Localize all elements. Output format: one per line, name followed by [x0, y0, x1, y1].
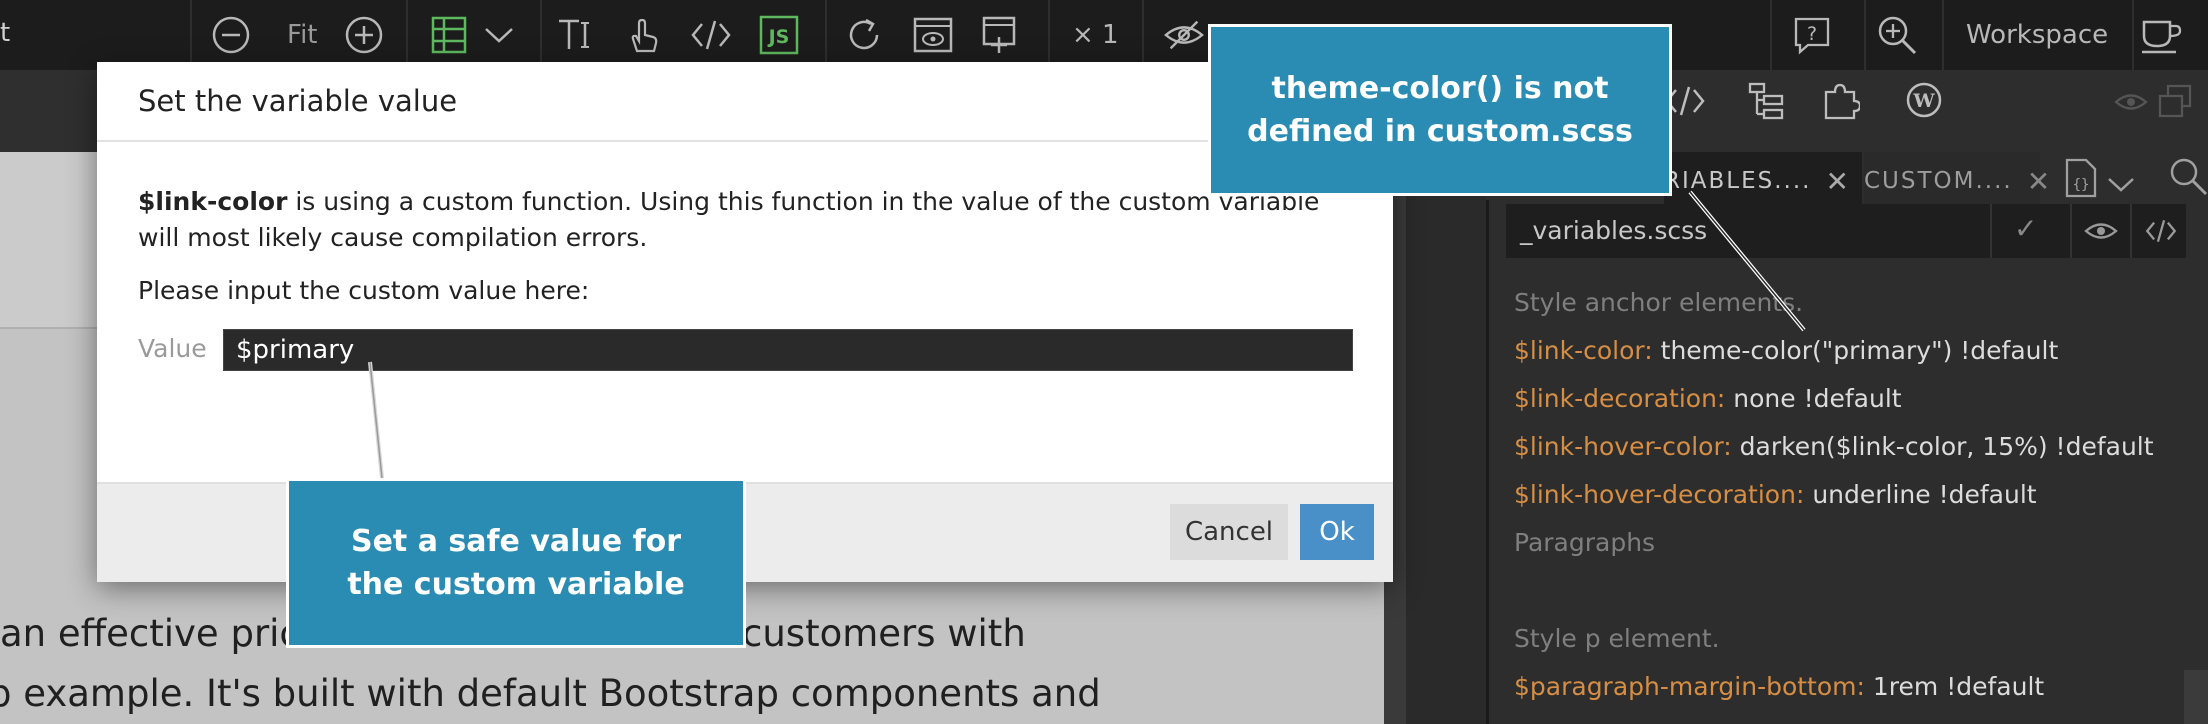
window-icon[interactable] — [2158, 84, 2192, 126]
variable-name[interactable]: $link-decoration — [1514, 384, 1717, 413]
code-variable-line: $link-color: theme-color("primary") !def… — [1514, 336, 2058, 365]
variable-name[interactable]: $link-hover-decoration — [1514, 480, 1796, 509]
eye-off-icon[interactable] — [1163, 14, 1205, 56]
page-text-line1-end: customers with — [742, 612, 1026, 655]
svg-text:?: ? — [1807, 23, 1817, 45]
zoom-fit-label[interactable]: Fit — [287, 20, 317, 50]
variable-value[interactable]: 1rem !default — [1873, 672, 2044, 701]
cancel-button[interactable]: Cancel — [1170, 504, 1288, 560]
touch-icon[interactable] — [622, 14, 664, 56]
code-variable-line: $link-decoration: none !default — [1514, 384, 1902, 413]
preview-icon[interactable] — [912, 14, 954, 56]
panel-separator — [1486, 200, 1489, 724]
tab-variables-label: RIABLES.... — [1664, 168, 1812, 194]
refresh-icon[interactable] — [843, 14, 885, 56]
toolbar-divider — [2132, 0, 2134, 70]
panel-gutter — [1406, 152, 1486, 724]
text-cursor-icon[interactable] — [554, 14, 596, 56]
chevron-down-icon[interactable] — [478, 14, 520, 56]
code-comment-line: Paragraphs — [1514, 528, 1656, 557]
variable-value[interactable]: theme-color("primary") !default — [1661, 336, 2059, 365]
toolbar-divider — [540, 0, 542, 70]
cup-icon[interactable] — [2140, 14, 2182, 56]
colon: : — [1856, 672, 1873, 701]
variable-name[interactable]: $paragraph-margin-bottom — [1514, 672, 1857, 701]
callout-theme-color-text: theme-color() is not defined in custom.s… — [1247, 71, 1633, 149]
multiplier-label[interactable]: × 1 — [1072, 20, 1119, 50]
toolbar-divider — [1770, 0, 1772, 70]
tab-variables[interactable]: RIABLES.... ✕ — [1664, 152, 1862, 210]
colon: : — [1716, 384, 1734, 413]
plus-circle-icon[interactable] — [343, 14, 385, 56]
file-bar-divider — [2130, 204, 2132, 258]
tab-custom-label: CUSTOM.... — [1864, 168, 2013, 194]
file-bar-divider — [2070, 204, 2072, 258]
toolbar-divider — [190, 0, 192, 70]
top-toolbar: t Fit JS × 1 ? Workspace — [0, 0, 2208, 70]
code-variable-line: $paragraph-margin-bottom: 1rem !default — [1514, 672, 2044, 701]
file-name: _variables.scss — [1520, 216, 1708, 245]
dialog-title: Set the variable value — [138, 84, 458, 118]
svg-text:{}: {} — [2073, 177, 2090, 193]
code-variable-line: $link-hover-color: darken($link-color, 1… — [1514, 432, 2154, 461]
tab-custom[interactable]: CUSTOM.... ✕ — [1864, 152, 2050, 210]
dialog-message: $link-color is using a custom function. … — [138, 184, 1368, 256]
callout-safe-value-text: Set a safe value for the custom variable — [347, 524, 685, 602]
editor-scrollbar[interactable] — [2184, 670, 2208, 724]
toolbar-divider — [406, 0, 408, 70]
toolbar-divider — [1942, 0, 1944, 70]
toolbar-divider — [1142, 0, 1144, 70]
search-icon[interactable] — [2168, 156, 2208, 204]
toolbar-divider — [825, 0, 827, 70]
variable-value[interactable]: darken($link-color, 15%) !default — [1740, 432, 2154, 461]
wordpress-icon[interactable]: W — [1906, 82, 1942, 126]
dialog-message-text: is using a custom function. Using this f… — [138, 187, 1320, 252]
close-icon[interactable]: ✕ — [1825, 165, 1850, 198]
puzzle-icon[interactable] — [1822, 82, 1862, 128]
page-text-line2: p example. It's built with default Boots… — [0, 672, 1101, 715]
check-icon[interactable]: ✓ — [2014, 212, 2037, 245]
js-icon[interactable]: JS — [758, 14, 800, 56]
value-label: Value — [138, 334, 207, 363]
file-bar: _variables.scss ✓ — [1506, 204, 2186, 258]
variable-name[interactable]: $link-color — [1514, 336, 1644, 365]
chevron-down-icon[interactable] — [2106, 168, 2136, 203]
variable-name[interactable]: $link-hover-color — [1514, 432, 1723, 461]
colon: : — [1644, 336, 1661, 365]
code-comment-line: Style anchor elements. — [1514, 288, 1804, 317]
app-title: t — [0, 18, 11, 48]
minus-circle-icon[interactable] — [210, 14, 252, 56]
colon: : — [1795, 480, 1813, 509]
grid-icon[interactable] — [428, 14, 470, 56]
file-bar-divider — [1990, 204, 1992, 258]
ok-button[interactable]: Ok — [1300, 504, 1374, 560]
toolbar-divider — [1048, 0, 1050, 70]
dialog-prompt: Please input the custom value here: — [138, 276, 590, 305]
code-variable-line: $link-hover-decoration: underline !defau… — [1514, 480, 2037, 509]
callout-safe-value: Set a safe value for the custom variable — [286, 478, 746, 648]
toolbar-divider — [1864, 0, 1866, 70]
variable-name: $link-color — [138, 187, 288, 216]
page-text-line1: an effective prici — [0, 612, 311, 655]
svg-text:W: W — [1912, 90, 1935, 112]
file-code-icon[interactable]: {} — [2064, 158, 2098, 206]
tree-icon[interactable] — [1748, 82, 1784, 128]
variable-value[interactable]: none !default — [1733, 384, 1901, 413]
svg-text:JS: JS — [767, 26, 790, 48]
zoom-in-icon[interactable] — [1876, 14, 1918, 56]
help-icon[interactable]: ? — [1791, 14, 1833, 56]
value-input[interactable] — [223, 329, 1353, 371]
code-icon[interactable] — [690, 14, 732, 56]
eye-icon[interactable] — [2114, 88, 2148, 123]
colon: : — [1723, 432, 1740, 461]
workspace-button[interactable]: Workspace — [1966, 20, 2108, 50]
code-comment-line: Style p element. — [1514, 624, 1720, 653]
variable-value[interactable]: underline !default — [1812, 480, 2036, 509]
callout-theme-color: theme-color() is not defined in custom.s… — [1208, 24, 1672, 196]
code-icon[interactable] — [2144, 218, 2178, 248]
close-icon[interactable]: ✕ — [2027, 165, 2052, 198]
eye-icon[interactable] — [2084, 218, 2118, 248]
add-panel-icon[interactable] — [980, 14, 1022, 56]
